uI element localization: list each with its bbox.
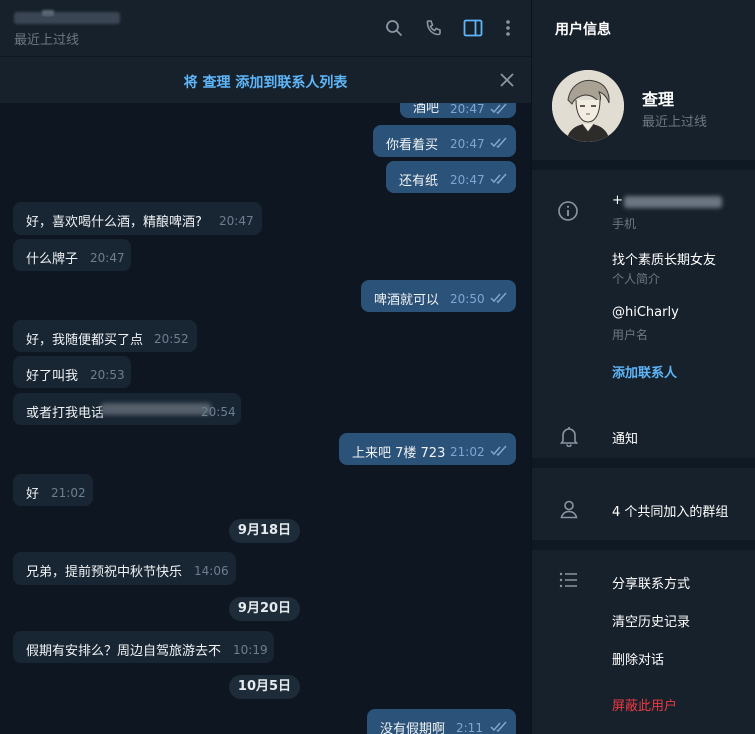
message-bubble-in[interactable]: 好，我随便都买了点 20:52 (13, 320, 197, 352)
message-text: 假期有安排么？周边自驾旅游去不 (26, 644, 222, 659)
block-user-item[interactable]: 屏蔽此用户 (612, 695, 677, 714)
read-check-icon (490, 103, 507, 114)
date-separator: 9月20日 (229, 597, 300, 621)
message-time: 10:19 (233, 643, 268, 657)
redacted-phone (101, 403, 211, 415)
message-time: 20:50 (450, 292, 485, 306)
profile-name: 查理 (642, 90, 675, 109)
message-time: 2:11 (456, 721, 483, 734)
sidebar-toggle-icon[interactable] (459, 14, 487, 42)
notifications-item[interactable]: 通知 (612, 428, 638, 447)
delete-chat-item[interactable]: 删除对话 (612, 649, 664, 668)
bell-icon (557, 424, 581, 448)
read-check-icon (490, 292, 507, 303)
add-contact-button[interactable]: 添加联系人 (612, 362, 677, 381)
info-icon (556, 199, 580, 223)
message-text: 好，喜欢喝什么酒，精酿啤酒? (26, 215, 202, 230)
message-bubble-in[interactable]: 好，喜欢喝什么酒，精酿啤酒? 20:47 (13, 202, 262, 235)
message-time: 20:52 (154, 332, 189, 346)
message-bubble-out[interactable]: 上来吧 7楼 723 21:02 (339, 433, 516, 465)
message-list[interactable]: 酒吧 20:47 你看着买 20:47 还有纸 20:47 好，喜欢喝什么酒，精… (0, 0, 531, 734)
message-time: 14:06 (194, 564, 229, 578)
chat-panel: 酒吧 20:47 你看着买 20:47 还有纸 20:47 好，喜欢喝什么酒，精… (0, 0, 531, 734)
message-time: 20:53 (90, 368, 125, 382)
message-bubble-out[interactable]: 啤酒就可以 20:50 (361, 280, 516, 312)
message-bubble-in[interactable]: 好了叫我 20:53 (13, 356, 131, 388)
section-divider (532, 540, 755, 550)
message-time: 20:54 (201, 405, 236, 419)
common-groups-item[interactable]: 4 个共同加入的群组 (612, 501, 728, 520)
chat-header: 最近上过线 (0, 0, 531, 56)
bio-label: 个人简介 (612, 272, 661, 286)
message-time: 20:47 (90, 251, 125, 265)
date-separator: 10月5日 (229, 675, 300, 699)
profile-status: 最近上过线 (642, 115, 708, 130)
message-bubble-in[interactable]: 什么牌子 20:47 (13, 239, 131, 271)
list-icon (557, 568, 581, 592)
clear-history-item[interactable]: 清空历史记录 (612, 611, 690, 630)
username-label: 用户名 (612, 328, 649, 342)
chat-status: 最近上过线 (14, 33, 80, 48)
section-divider (532, 458, 755, 468)
redacted-chat-name-detail (42, 10, 54, 16)
read-check-icon (490, 173, 507, 184)
message-bubble-in[interactable]: 好 21:02 (13, 474, 93, 506)
more-vertical-icon[interactable] (494, 14, 522, 42)
message-text: 没有假期啊 (380, 722, 446, 734)
message-bubble-out[interactable]: 还有纸 20:47 (386, 161, 516, 193)
read-check-icon (490, 137, 507, 148)
phone-value[interactable]: + (612, 193, 722, 208)
add-contact-banner: 将 查理 添加到联系人列表 (0, 56, 531, 103)
phone-prefix: + (612, 193, 623, 208)
read-check-icon (490, 721, 507, 732)
bio-value: 找个素质长期女友 (612, 253, 717, 268)
message-bubble-out[interactable]: 你看着买 20:47 (373, 125, 516, 157)
message-text: 上来吧 7楼 723 (352, 446, 446, 461)
section-divider (532, 160, 755, 170)
user-info-panel: 用户信息 查理 最近上过线 + 手机 找个素质长期女友 个人简介 @hiChar… (531, 0, 755, 734)
username-value[interactable]: @hiCharly (612, 305, 679, 320)
message-bubble-in[interactable]: 兄弟，提前预祝中秋节快乐 14:06 (13, 552, 236, 585)
date-separator: 9月18日 (229, 519, 300, 543)
user-icon (557, 497, 581, 521)
message-bubble-out[interactable]: 没有假期啊 2:11 (367, 709, 516, 734)
message-text: 什么牌子 (26, 252, 79, 267)
redacted-phone (624, 196, 722, 208)
message-time: 20:47 (450, 137, 485, 151)
message-time: 20:47 (450, 173, 485, 187)
close-icon[interactable] (496, 69, 518, 91)
message-text: 好 (26, 487, 40, 502)
message-text: 还有纸 (399, 174, 439, 189)
phone-icon[interactable] (420, 14, 448, 42)
message-time: 20:47 (450, 102, 485, 116)
message-bubble-in[interactable]: 或者打我电话 20:54 (13, 393, 241, 425)
message-text: 兄弟，提前预祝中秋节快乐 (26, 565, 183, 580)
avatar[interactable] (552, 70, 624, 142)
message-text: 啤酒就可以 (374, 293, 440, 308)
message-time: 21:02 (450, 445, 485, 459)
message-text: 好了叫我 (26, 369, 79, 384)
panel-title: 用户信息 (555, 22, 611, 38)
message-time: 21:02 (51, 486, 86, 500)
add-contact-link[interactable]: 将 查理 添加到联系人列表 (0, 72, 531, 92)
read-check-icon (490, 445, 507, 456)
search-icon[interactable] (380, 14, 408, 42)
message-time: 20:47 (219, 214, 254, 228)
message-bubble-in[interactable]: 假期有安排么？周边自驾旅游去不 10:19 (13, 631, 274, 663)
redacted-chat-name[interactable] (14, 12, 120, 24)
phone-label: 手机 (612, 217, 637, 231)
message-text: 好，我随便都买了点 (26, 333, 144, 348)
share-contact-item[interactable]: 分享联系方式 (612, 573, 690, 592)
message-text: 或者打我电话 (26, 406, 105, 421)
message-text: 你看着买 (386, 138, 439, 153)
